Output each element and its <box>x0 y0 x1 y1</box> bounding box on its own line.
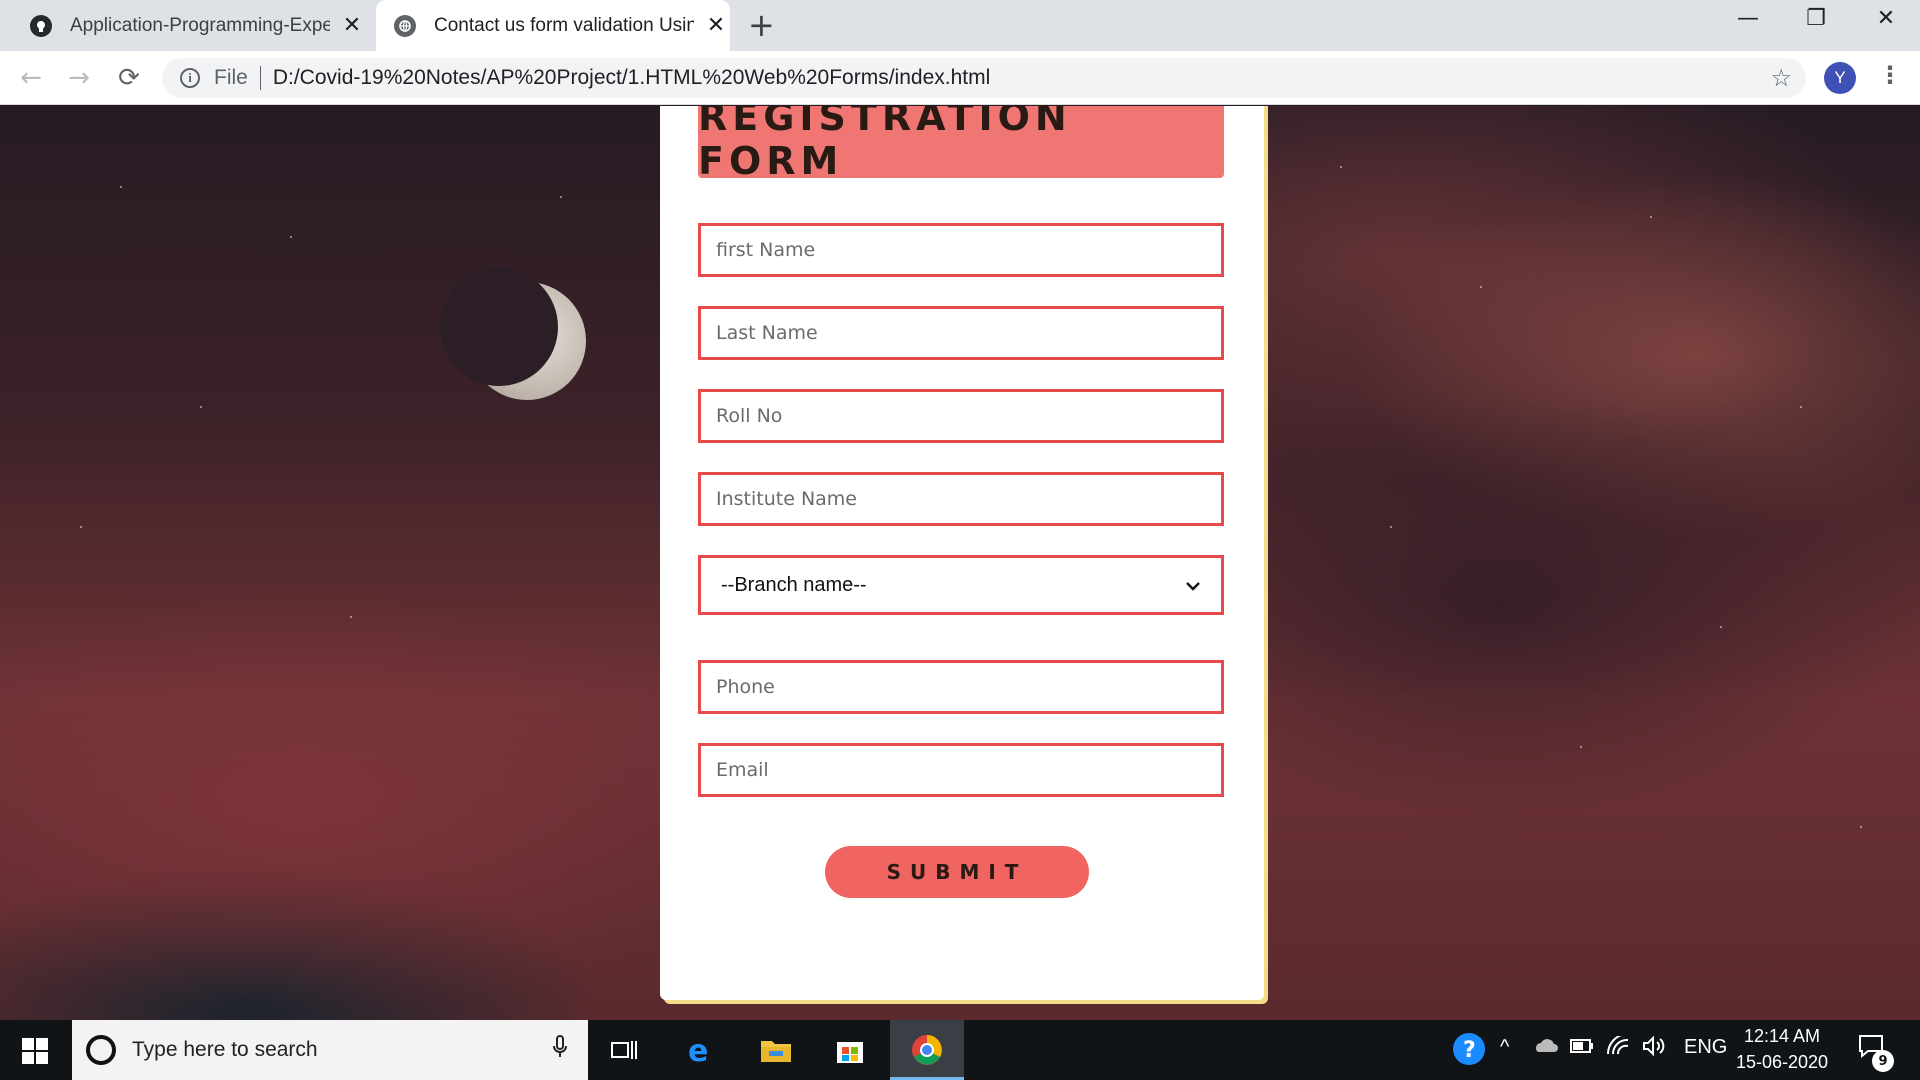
address-bar[interactable]: i File D:/Covid-19%20Notes/AP%20Project/… <box>162 58 1806 98</box>
close-icon[interactable]: ✕ <box>340 13 364 38</box>
github-icon <box>30 14 52 37</box>
registration-card: REGISTRATION FORM --Branch name-- SUBMIT <box>660 106 1264 1000</box>
institute-name-input[interactable] <box>698 472 1224 526</box>
globe-icon <box>394 14 416 37</box>
tab-strip: Application-Programming-Experi ✕ Contact… <box>0 0 1920 51</box>
close-icon[interactable]: ✕ <box>704 13 728 38</box>
language-indicator[interactable]: ENG <box>1684 1036 1727 1059</box>
windows-start-icon[interactable] <box>22 1038 48 1064</box>
last-name-input[interactable] <box>698 306 1224 360</box>
scheme-label: File <box>214 66 248 89</box>
form-title: REGISTRATION FORM <box>698 106 1072 183</box>
profile-avatar[interactable]: Y <box>1824 62 1856 94</box>
cortana-icon <box>86 1035 116 1065</box>
submit-button[interactable]: SUBMIT <box>825 846 1089 898</box>
roll-no-input[interactable] <box>698 389 1224 443</box>
back-button[interactable]: ← <box>16 63 46 93</box>
page-viewport: REGISTRATION FORM --Branch name-- SUBMIT <box>0 106 1920 1020</box>
minimize-button[interactable]: — <box>1728 6 1768 31</box>
store-icon[interactable] <box>830 1030 870 1070</box>
info-icon[interactable]: i <box>180 68 200 88</box>
tab-github[interactable]: Application-Programming-Experi ✕ <box>12 0 370 51</box>
help-icon[interactable]: ? <box>1452 1032 1486 1072</box>
phone-input[interactable] <box>698 660 1224 714</box>
bookmark-star-icon[interactable]: ☆ <box>1770 64 1792 92</box>
taskbar-search[interactable]: Type here to search <box>72 1020 588 1080</box>
forward-button[interactable]: → <box>64 63 94 93</box>
edge-icon[interactable]: e <box>680 1030 720 1070</box>
chrome-icon[interactable] <box>907 1030 947 1070</box>
tab-title: Contact us form validation Using <box>434 14 694 36</box>
svg-text:e: e <box>688 1035 708 1065</box>
first-name-input[interactable] <box>698 223 1224 277</box>
clock-date[interactable]: 15-06-2020 <box>1730 1052 1834 1073</box>
window-close-button[interactable]: ✕ <box>1866 6 1906 31</box>
chevron-down-icon <box>1185 575 1201 596</box>
file-explorer-icon[interactable] <box>756 1030 796 1070</box>
branch-select[interactable]: --Branch name-- <box>698 555 1224 615</box>
browser-toolbar: ← → ⟳ i File D:/Covid-19%20Notes/AP%20Pr… <box>0 51 1920 105</box>
notification-count-badge: 9 <box>1872 1050 1894 1072</box>
clock-time[interactable]: 12:14 AM <box>1740 1026 1824 1047</box>
wifi-icon[interactable] <box>1606 1033 1630 1062</box>
email-input[interactable] <box>698 743 1224 797</box>
menu-icon[interactable]: ⋮ <box>1878 61 1902 89</box>
tab-title: Application-Programming-Experi <box>70 14 330 36</box>
volume-icon[interactable] <box>1642 1035 1666 1062</box>
tray-expand-icon[interactable]: ^ <box>1500 1036 1509 1059</box>
divider <box>259 66 261 90</box>
form-header: REGISTRATION FORM <box>698 106 1224 183</box>
taskbar: Type here to search e ? ^ ENG 12:14 AM 1… <box>0 1020 1920 1080</box>
tab-contact-form[interactable]: Contact us form validation Using ✕ <box>376 0 730 51</box>
reload-button[interactable]: ⟳ <box>114 63 144 93</box>
onedrive-icon[interactable] <box>1532 1036 1558 1060</box>
svg-text:?: ? <box>1463 1038 1476 1063</box>
branch-select-value: --Branch name-- <box>721 573 867 596</box>
restore-button[interactable]: ❐ <box>1796 6 1836 31</box>
task-view-icon[interactable] <box>604 1030 644 1070</box>
search-placeholder: Type here to search <box>132 1038 318 1061</box>
moon-shadow <box>440 268 558 386</box>
microphone-icon[interactable] <box>552 1035 568 1065</box>
battery-icon[interactable] <box>1570 1036 1594 1059</box>
url-text[interactable]: D:/Covid-19%20Notes/AP%20Project/1.HTML%… <box>273 66 990 90</box>
new-tab-button[interactable]: + <box>748 8 775 42</box>
